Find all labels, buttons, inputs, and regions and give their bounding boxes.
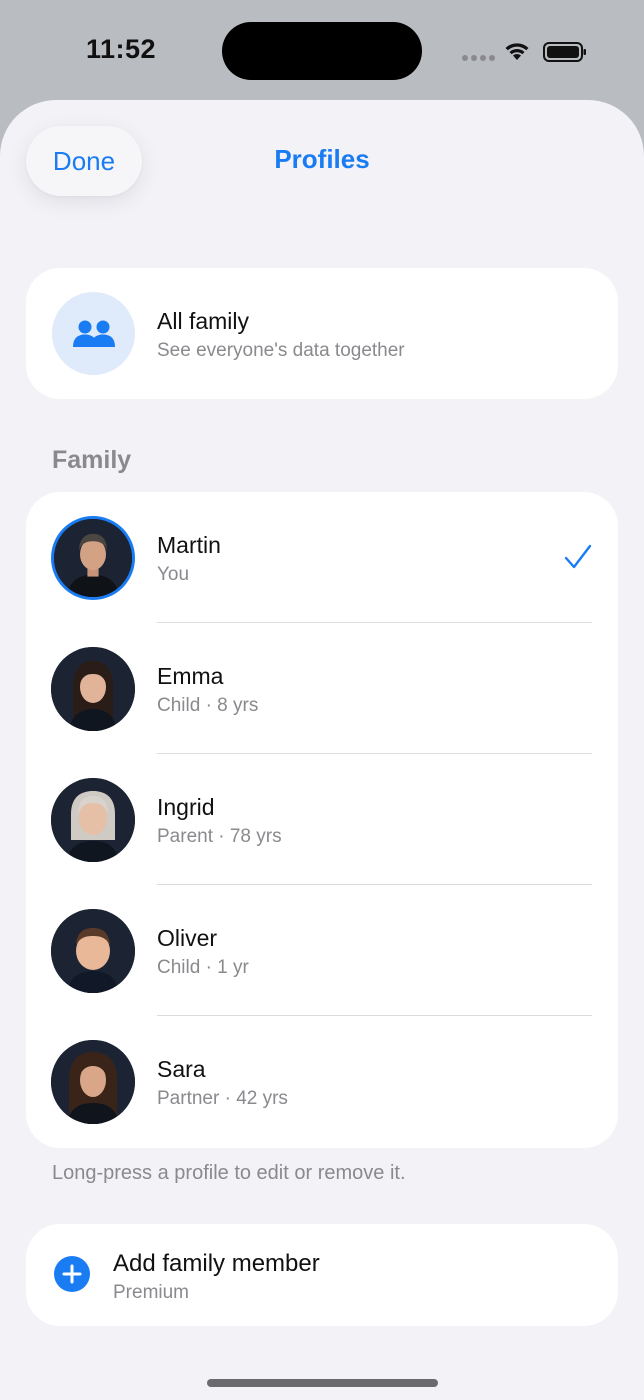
add-member-subtitle: Premium — [113, 1282, 190, 1303]
wifi-icon — [505, 43, 529, 60]
dynamic-island — [222, 22, 422, 80]
status-time: 11:52 — [86, 34, 157, 64]
profile-name: Martin — [157, 532, 221, 558]
profile-row-martin[interactable]: Martin You — [26, 492, 618, 623]
profile-name: Sara — [157, 1056, 206, 1082]
avatar-ingrid — [51, 778, 135, 862]
profile-row-ingrid[interactable]: Ingrid Parent · 78 yrs — [26, 754, 618, 885]
checkmark-icon — [564, 544, 592, 569]
all-family-row[interactable]: All family See everyone's data together — [26, 268, 618, 399]
people-icon — [52, 292, 135, 375]
profiles-sheet: Done Profiles All family See everyone's … — [0, 100, 644, 1400]
all-family-subtitle: See everyone's data together — [157, 340, 405, 361]
profile-detail: Child · 1 yr — [157, 957, 249, 978]
home-indicator[interactable] — [207, 1379, 438, 1387]
footer-note: Long-press a profile to edit or remove i… — [52, 1162, 406, 1184]
avatar-martin — [51, 516, 135, 600]
page-title: Profiles — [274, 144, 370, 174]
family-list: Martin You Emma Child · 8 yrs Ingrid Par… — [26, 492, 618, 1148]
all-family-title: All family — [157, 308, 250, 334]
section-label-family: Family — [52, 446, 132, 474]
profile-detail: Partner · 42 yrs — [157, 1088, 288, 1109]
profile-name: Oliver — [157, 925, 218, 951]
profile-name: Ingrid — [157, 794, 215, 820]
profile-detail: Parent · 78 yrs — [157, 826, 282, 847]
battery-icon — [543, 42, 586, 62]
add-family-member-button[interactable]: Add family member Premium — [26, 1224, 618, 1326]
avatar-sara — [51, 1040, 135, 1124]
avatar-emma — [51, 647, 135, 731]
avatar-oliver — [51, 909, 135, 993]
profile-detail: You — [157, 564, 190, 585]
profile-name: Emma — [157, 663, 224, 689]
plus-circle-icon — [54, 1256, 90, 1292]
cellular-signal-icon — [462, 55, 495, 61]
profile-row-sara[interactable]: Sara Partner · 42 yrs — [26, 1016, 618, 1147]
profile-row-emma[interactable]: Emma Child · 8 yrs — [26, 623, 618, 754]
profile-row-oliver[interactable]: Oliver Child · 1 yr — [26, 885, 618, 1016]
status-bar: 11:52 — [0, 0, 644, 100]
add-member-title: Add family member — [113, 1250, 320, 1277]
profile-detail: Child · 8 yrs — [157, 695, 259, 716]
